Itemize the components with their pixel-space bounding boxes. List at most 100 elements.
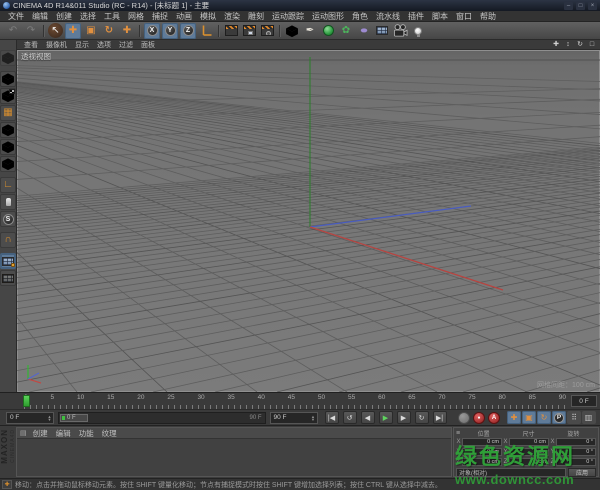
range-start-field[interactable]: 0 F ▲▼ bbox=[6, 412, 54, 424]
scale-tool[interactable]: ▣ bbox=[83, 23, 99, 39]
viewport-menu-item[interactable]: 过滤 bbox=[115, 40, 137, 50]
timeline-slider[interactable]: 0 F 90 F bbox=[58, 412, 266, 424]
viewport-menu-item[interactable]: 摄像机 bbox=[42, 40, 71, 50]
goto-end-button[interactable]: ▶| bbox=[433, 411, 447, 424]
material-menu-item[interactable]: 功能 bbox=[75, 428, 98, 439]
panel-menu-icon[interactable]: ▤ bbox=[20, 429, 27, 437]
panel-menu-icon[interactable]: ≡ bbox=[456, 430, 460, 437]
texture-mode-button[interactable] bbox=[0, 88, 16, 104]
locked-workplane-button[interactable] bbox=[0, 270, 16, 286]
next-frame-button[interactable]: ▶ bbox=[397, 411, 411, 424]
add-generator-button[interactable] bbox=[320, 23, 336, 39]
material-list-area[interactable] bbox=[17, 439, 451, 476]
frame-field[interactable]: 0 F bbox=[571, 395, 597, 407]
add-cube-button[interactable] bbox=[284, 23, 300, 39]
key-scale-toggle[interactable]: ▣ bbox=[522, 411, 536, 424]
rotate-tool[interactable]: ↻ bbox=[101, 23, 117, 39]
material-menu-item[interactable]: 编辑 bbox=[52, 428, 75, 439]
coord-value-field[interactable]: 0 cm bbox=[509, 448, 549, 456]
redo-button[interactable]: ↷ bbox=[23, 23, 39, 39]
add-floor-button[interactable] bbox=[374, 23, 390, 39]
spinner-arrows-icon[interactable]: ▲▼ bbox=[46, 415, 53, 421]
last-used-tool[interactable]: ✚ bbox=[119, 23, 135, 39]
menubar-item[interactable]: 帮助 bbox=[476, 11, 500, 22]
object-axis-mode-button[interactable] bbox=[0, 156, 16, 172]
add-deformer-button[interactable]: ✿ bbox=[338, 23, 354, 39]
current-frame-marker[interactable] bbox=[23, 395, 30, 407]
coord-value-field[interactable]: 0 cm bbox=[462, 438, 502, 446]
menubar-item[interactable]: 运动跟踪 bbox=[268, 11, 308, 22]
coord-value-field[interactable]: 0 ° bbox=[556, 448, 596, 456]
live-selection-tool[interactable]: ↖ bbox=[48, 23, 63, 38]
rotate-view-button[interactable]: ↻ bbox=[575, 40, 585, 49]
spinner-arrows-icon[interactable]: ▲▼ bbox=[310, 415, 317, 421]
menubar-item[interactable]: 脚本 bbox=[428, 11, 452, 22]
title-bar[interactable]: CINEMA 4D R14&011 Studio (RC - R14) - [未… bbox=[0, 0, 600, 11]
menubar-item[interactable]: 动画 bbox=[172, 11, 196, 22]
timeline-slider-handle[interactable]: 0 F bbox=[60, 414, 88, 422]
add-camera-button[interactable] bbox=[392, 23, 408, 39]
menubar-item[interactable]: 工具 bbox=[100, 11, 124, 22]
minimize-button[interactable]: – bbox=[564, 2, 573, 10]
coord-value-field[interactable]: 0 cm bbox=[462, 448, 502, 456]
menubar-item[interactable]: 角色 bbox=[348, 11, 372, 22]
key-position-toggle[interactable]: ✚ bbox=[507, 411, 521, 424]
viewport-solo-button[interactable] bbox=[0, 194, 16, 210]
play-button[interactable]: ▶ bbox=[379, 411, 393, 424]
viewport-menu-item[interactable]: 显示 bbox=[71, 40, 93, 50]
menubar-item[interactable]: 渲染 bbox=[220, 11, 244, 22]
points-mode-button[interactable]: ▦ bbox=[0, 105, 16, 121]
menubar-item[interactable]: 雕刻 bbox=[244, 11, 268, 22]
material-menu-item[interactable]: 纹理 bbox=[98, 428, 121, 439]
key-pla-toggle[interactable]: ⠿ bbox=[567, 411, 581, 424]
lock-y-axis-button[interactable]: Y bbox=[162, 23, 178, 39]
key-rotation-toggle[interactable]: ↻ bbox=[537, 411, 551, 424]
workplane-button[interactable] bbox=[0, 253, 16, 269]
menubar-item[interactable]: 模拟 bbox=[196, 11, 220, 22]
material-menu-item[interactable]: 创建 bbox=[29, 428, 52, 439]
magnet-snap-button[interactable]: ∩ bbox=[0, 232, 16, 248]
snap-button[interactable]: S bbox=[0, 211, 16, 227]
menubar-item[interactable]: 编辑 bbox=[28, 11, 52, 22]
key-parameter-toggle[interactable]: P bbox=[552, 411, 566, 424]
menubar-item[interactable]: 捕捉 bbox=[148, 11, 172, 22]
render-picture-viewer-button[interactable] bbox=[241, 23, 257, 39]
toggle-view-button[interactable]: □ bbox=[587, 40, 597, 49]
previous-frame-button[interactable]: ◀ bbox=[361, 411, 375, 424]
render-settings-button[interactable] bbox=[259, 23, 275, 39]
render-view-button[interactable] bbox=[223, 23, 239, 39]
zoom-view-button[interactable]: ↕ bbox=[563, 40, 573, 49]
coord-value-field[interactable]: 0 cm bbox=[462, 458, 502, 466]
add-light-button[interactable] bbox=[410, 23, 426, 39]
viewport-menu-item[interactable]: 面板 bbox=[137, 40, 159, 50]
coord-value-field[interactable]: 0 ° bbox=[556, 458, 596, 466]
menubar-item[interactable]: 创建 bbox=[52, 11, 76, 22]
menubar-item[interactable]: 流水线 bbox=[372, 11, 404, 22]
autokeying-button[interactable]: A bbox=[488, 412, 500, 424]
lock-x-axis-button[interactable]: X bbox=[144, 23, 160, 39]
record-active-objects-button[interactable]: ● bbox=[473, 412, 485, 424]
menubar-item[interactable]: 文件 bbox=[4, 11, 28, 22]
goto-previous-key-button[interactable]: ↺ bbox=[343, 411, 357, 424]
viewport-menu-item[interactable]: 查看 bbox=[20, 40, 42, 50]
polygons-mode-button[interactable] bbox=[0, 139, 16, 155]
coordinate-system-button[interactable] bbox=[198, 23, 214, 39]
pan-view-button[interactable]: ✚ bbox=[551, 40, 561, 49]
goto-next-key-button[interactable]: ↻ bbox=[415, 411, 429, 424]
timeline-layout-button[interactable]: ▥ bbox=[582, 411, 596, 424]
apply-button[interactable]: 应用 bbox=[568, 468, 596, 477]
lock-z-axis-button[interactable]: Z bbox=[180, 23, 196, 39]
edges-mode-button[interactable] bbox=[0, 122, 16, 138]
menubar-item[interactable]: 插件 bbox=[404, 11, 428, 22]
keyframe-selection-button[interactable] bbox=[458, 412, 470, 424]
menubar-item[interactable]: 网格 bbox=[124, 11, 148, 22]
move-tool[interactable]: ✚ bbox=[65, 23, 81, 39]
axis-lock-button[interactable]: ∟ bbox=[0, 177, 16, 193]
undo-button[interactable]: ↶ bbox=[5, 23, 21, 39]
coord-value-field[interactable]: 0 cm bbox=[509, 438, 549, 446]
goto-start-button[interactable]: |◀ bbox=[325, 411, 339, 424]
close-button[interactable]: × bbox=[588, 2, 597, 10]
perspective-viewport[interactable]: 透视视图 网格间距：100 cm bbox=[17, 50, 600, 392]
add-spline-button[interactable]: ✒ bbox=[302, 23, 318, 39]
make-editable-button[interactable] bbox=[0, 50, 16, 66]
